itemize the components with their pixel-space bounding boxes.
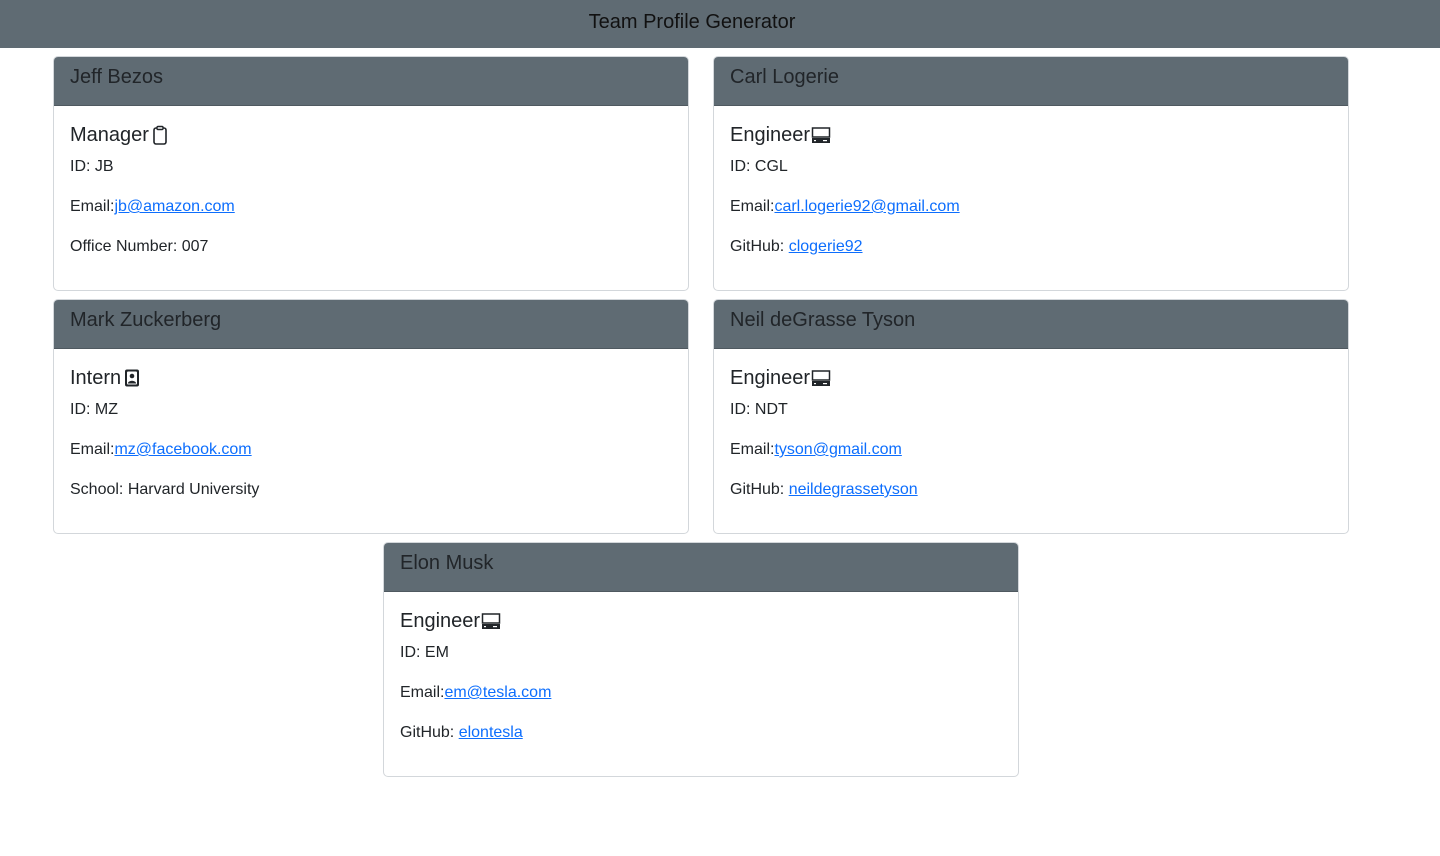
employee-email-line: Email:em@tesla.com [400, 681, 1002, 705]
employee-email-line: Email:tyson@gmail.com [730, 438, 1332, 462]
email-link[interactable]: em@tesla.com [444, 684, 551, 701]
card-body: Engineer ID: NDT Email:tyson@gmail.com G… [714, 349, 1348, 502]
employee-id: ID: MZ [70, 401, 118, 418]
email-link[interactable]: tyson@gmail.com [774, 441, 901, 458]
employee-name: Jeff Bezos [70, 66, 164, 88]
card-header: Neil deGrasse Tyson [714, 300, 1348, 349]
card-header: Mark Zuckerberg [54, 300, 688, 349]
email-label: Email: [730, 198, 775, 215]
role-line: Engineer [730, 123, 1332, 147]
employee-card-engineer: Carl Logerie Engineer ID: CGL Email:carl… [713, 56, 1349, 291]
employee-card-engineer: Neil deGrasse Tyson Engineer ID: NDT Ema… [713, 299, 1349, 534]
employee-card-engineer: Elon Musk Engineer ID: EM Email:em@tesla… [383, 542, 1019, 777]
employee-role: Engineer [730, 367, 811, 389]
card-body: Intern ID: MZ Email:mz@facebook.com Scho… [54, 349, 688, 502]
employee-name: Neil deGrasse Tyson [730, 309, 916, 331]
office-number: Office Number: 007 [70, 238, 209, 255]
email-label: Email: [70, 441, 115, 458]
github-label: GitHub: [730, 238, 789, 255]
employee-role: Manager [70, 124, 149, 146]
email-link[interactable]: carl.logerie92@gmail.com [774, 198, 959, 215]
card-body: Engineer ID: CGL Email:carl.logerie92@gm… [714, 106, 1348, 259]
navbar: Team Profile Generator [0, 0, 1440, 48]
github-line: GitHub: elontesla [400, 721, 1002, 745]
email-label: Email: [70, 198, 115, 215]
card-header: Jeff Bezos [54, 57, 688, 106]
employee-id: ID: EM [400, 644, 449, 661]
email-link[interactable]: jb@amazon.com [114, 198, 234, 215]
computer-icon [481, 611, 501, 631]
employee-id: ID: NDT [730, 401, 788, 418]
computer-icon [811, 368, 831, 388]
employee-id: ID: JB [70, 158, 114, 175]
role-line: Engineer [730, 366, 1332, 390]
github-link[interactable]: clogerie92 [789, 238, 863, 255]
card-body: Engineer ID: EM Email:em@tesla.com GitHu… [384, 592, 1018, 745]
github-label: GitHub: [730, 481, 789, 498]
employee-name: Carl Logerie [730, 66, 839, 88]
github-line: GitHub: neildegrassetyson [730, 478, 1332, 502]
page-title: Team Profile Generator [588, 10, 796, 33]
role-line: Engineer [400, 609, 1002, 633]
employee-role: Intern [70, 367, 122, 389]
github-label: GitHub: [400, 724, 459, 741]
employee-name: Elon Musk [400, 552, 494, 574]
computer-icon [811, 125, 831, 145]
email-label: Email: [730, 441, 775, 458]
employee-email-line: Email:jb@amazon.com [70, 195, 672, 219]
id-badge-icon [122, 368, 142, 388]
github-line: GitHub: clogerie92 [730, 235, 1332, 259]
employee-name: Mark Zuckerberg [70, 309, 222, 331]
card-header: Carl Logerie [714, 57, 1348, 106]
github-link[interactable]: neildegrassetyson [789, 481, 918, 498]
employee-card-intern: Mark Zuckerberg Intern ID: MZ Email:mz@f… [53, 299, 689, 534]
email-link[interactable]: mz@facebook.com [114, 441, 251, 458]
clipboard-icon [150, 125, 170, 145]
employee-id: ID: CGL [730, 158, 788, 175]
school: School: Harvard University [70, 481, 260, 498]
employee-card-manager: Jeff Bezos Manager ID: JB Email:jb@amazo… [53, 56, 689, 291]
role-line: Intern [70, 366, 672, 390]
role-line: Manager [70, 123, 672, 147]
employee-role: Engineer [730, 124, 811, 146]
card-body: Manager ID: JB Email:jb@amazon.com Offic… [54, 106, 688, 259]
github-link[interactable]: elontesla [459, 724, 523, 741]
employee-role: Engineer [400, 610, 481, 632]
employee-email-line: Email:mz@facebook.com [70, 438, 672, 462]
card-header: Elon Musk [384, 543, 1018, 592]
employee-email-line: Email:carl.logerie92@gmail.com [730, 195, 1332, 219]
email-label: Email: [400, 684, 445, 701]
